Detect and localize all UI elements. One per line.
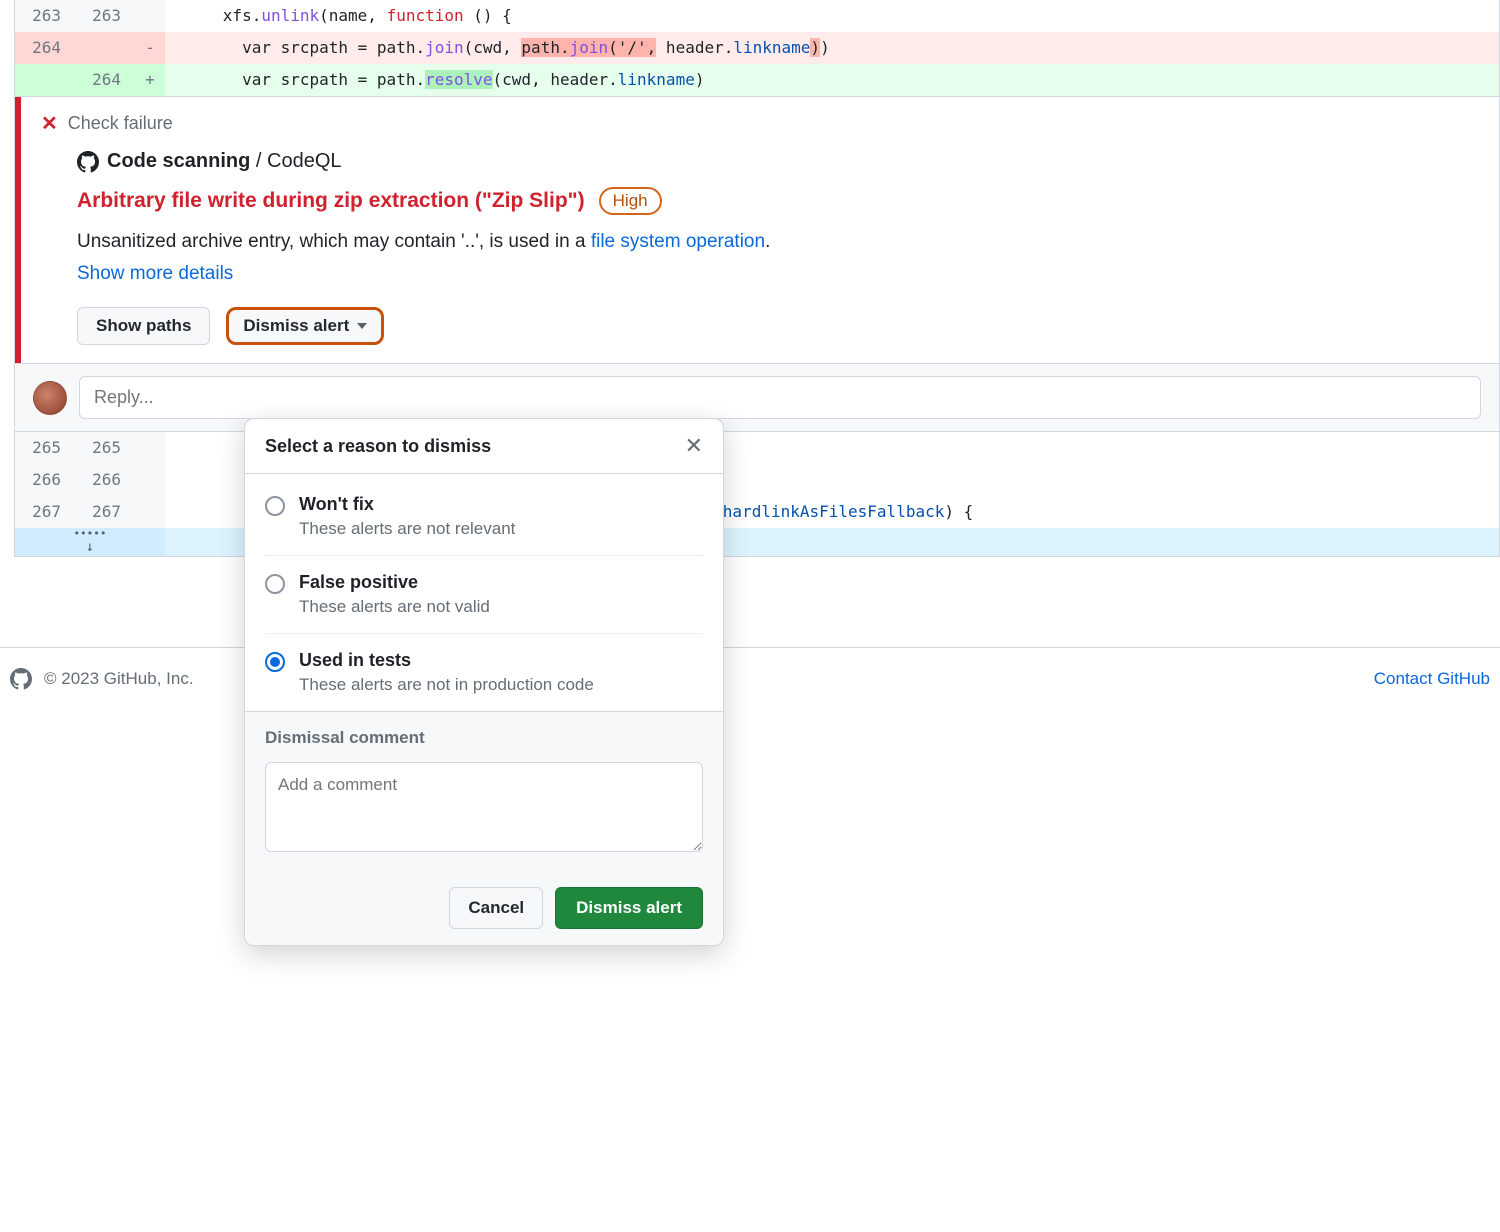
diff-line-context: 265 265: [15, 432, 1499, 464]
diff-line-context: 266 266 r) {: [15, 464, 1499, 496]
code-scanning-label: Code scanning: [107, 150, 250, 172]
dismiss-alert-button[interactable]: Dismiss alert: [555, 887, 703, 929]
line-number-old: 267: [15, 496, 75, 528]
code-content: var srcpath = path.resolve(cwd, header.l…: [165, 64, 1499, 96]
copyright-text: © 2023 GitHub, Inc.: [44, 669, 194, 689]
radio-icon: [265, 574, 285, 594]
diff-sign: +: [135, 64, 165, 96]
option-description: These alerts are not valid: [299, 597, 490, 617]
caret-down-icon: [357, 323, 367, 329]
line-number-new: 267: [75, 496, 135, 528]
severity-badge: High: [599, 187, 662, 215]
option-description: These alerts are not relevant: [299, 519, 515, 539]
cancel-button[interactable]: Cancel: [449, 887, 543, 929]
reply-input[interactable]: [79, 376, 1481, 419]
diff-view: 263 263 xfs.unlink(name, function () { 2…: [14, 0, 1500, 557]
diff-line-context: 263 263 xfs.unlink(name, function () {: [15, 0, 1499, 32]
dismiss-option-wont-fix[interactable]: Won't fix These alerts are not relevant: [265, 478, 703, 556]
line-number-new: [75, 32, 135, 64]
line-number-old: [15, 64, 75, 96]
github-mark-icon: [77, 151, 99, 173]
line-number-old: 265: [15, 432, 75, 464]
diff-sign: -: [135, 32, 165, 64]
option-label: Won't fix: [299, 494, 515, 515]
github-mark-icon: [10, 668, 32, 690]
dismiss-option-false-positive[interactable]: False positive These alerts are not vali…: [265, 556, 703, 634]
check-failure-label: Check failure: [68, 113, 173, 134]
line-number-old: 266: [15, 464, 75, 496]
code-scanning-annotation: ✕ Check failure Code scanning / CodeQL A…: [15, 96, 1499, 432]
code-content: xfs.unlink(name, function () {: [165, 0, 1499, 32]
code-content: var srcpath = path.join(cwd, path.join('…: [165, 32, 1499, 64]
x-icon: ✕: [41, 111, 58, 136]
show-more-details-link[interactable]: Show more details: [41, 263, 233, 285]
close-icon[interactable]: ✕: [685, 435, 703, 457]
alert-description: Unsanitized archive entry, which may con…: [41, 231, 1479, 253]
line-number-old: 263: [15, 0, 75, 32]
line-number-new: 263: [75, 0, 135, 32]
option-label: Used in tests: [299, 650, 594, 671]
dismissal-comment-input[interactable]: [265, 762, 703, 852]
radio-icon: [265, 652, 285, 672]
codeql-label: / CodeQL: [250, 150, 341, 172]
arrow-down-icon: ↓: [15, 539, 165, 556]
diff-line-deleted: 264 - var srcpath = path.join(cwd, path.…: [15, 32, 1499, 64]
diff-sign: [135, 464, 165, 496]
diff-sign: [135, 0, 165, 32]
dismissal-comment-label: Dismissal comment: [265, 728, 703, 748]
option-label: False positive: [299, 572, 490, 593]
line-number-old: 264: [15, 32, 75, 64]
line-number-new: 266: [75, 464, 135, 496]
diff-sign: [135, 432, 165, 464]
page-footer: © 2023 GitHub, Inc. Contact GitHub: [0, 647, 1500, 700]
diff-line-context: 267 267 opts.hardlinkAsFilesFallback) {: [15, 496, 1499, 528]
radio-icon: [265, 496, 285, 516]
contact-github-link[interactable]: Contact GitHub: [1374, 669, 1490, 689]
avatar[interactable]: [33, 381, 67, 415]
alert-title: Arbitrary file write during zip extracti…: [77, 189, 585, 213]
dismiss-reason-popover: Select a reason to dismiss ✕ Won't fix T…: [244, 418, 724, 946]
expand-diff-row[interactable]: ••••• ↓: [15, 528, 1499, 556]
dismiss-option-used-in-tests[interactable]: Used in tests These alerts are not in pr…: [265, 634, 703, 711]
diff-sign: [135, 496, 165, 528]
line-number-new: 264: [75, 64, 135, 96]
expand-down-icon: •••••: [15, 528, 165, 539]
diff-line-added: 264 + var srcpath = path.resolve(cwd, he…: [15, 64, 1499, 96]
file-system-operation-link[interactable]: file system operation: [591, 231, 765, 252]
show-paths-button[interactable]: Show paths: [77, 307, 210, 345]
reply-row: [15, 363, 1499, 431]
dismiss-alert-label: Dismiss alert: [243, 316, 349, 336]
dismiss-alert-dropdown-button[interactable]: Dismiss alert: [226, 307, 384, 345]
popover-title: Select a reason to dismiss: [265, 436, 491, 457]
option-description: These alerts are not in production code: [299, 675, 594, 695]
line-number-new: 265: [75, 432, 135, 464]
